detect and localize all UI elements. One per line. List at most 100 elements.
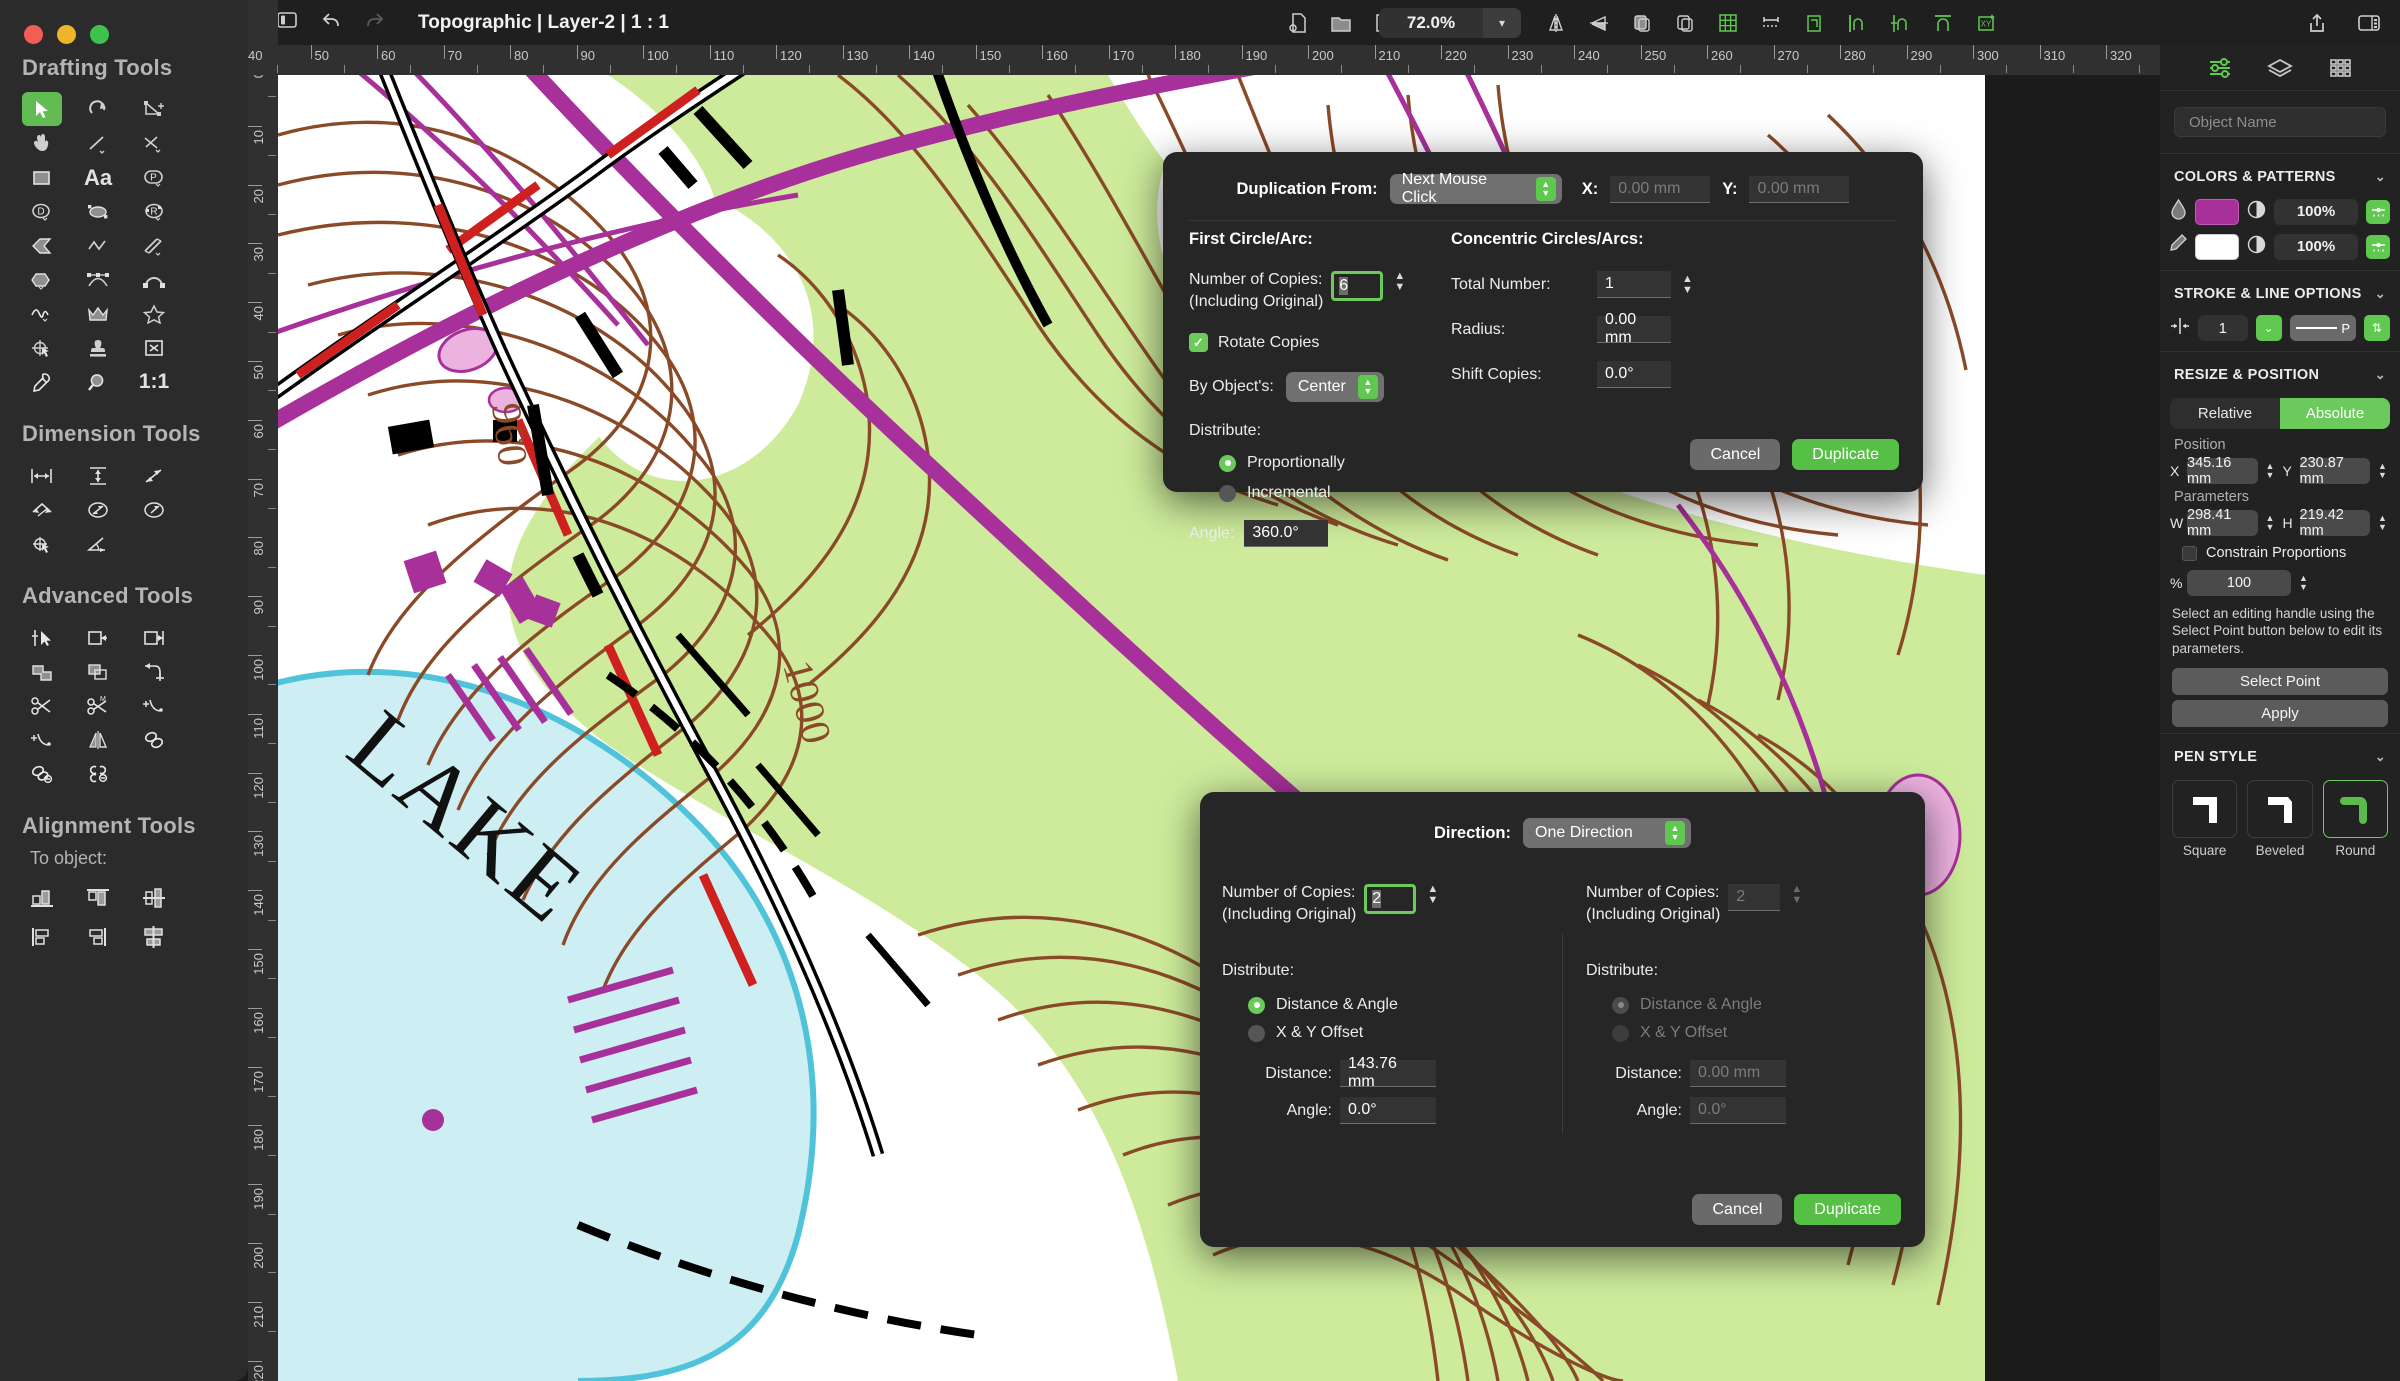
number-of-copies-input[interactable]: 6	[1331, 271, 1383, 301]
offset-inside-tool[interactable]	[70, 621, 126, 654]
ellipse-tool[interactable]	[70, 195, 126, 228]
delete-point-tool[interactable]	[126, 331, 182, 364]
select-point-button[interactable]: Select Point	[2172, 668, 2388, 695]
align-left-tool[interactable]	[14, 918, 70, 956]
add-point-curve-tool[interactable]	[14, 723, 70, 756]
line-style-select[interactable]: P	[2290, 315, 2356, 341]
bring-forward-icon[interactable]	[1627, 8, 1657, 38]
stroke-color-swatch[interactable]	[2195, 234, 2239, 260]
angle-input[interactable]: 360.0°	[1244, 520, 1328, 547]
resize-position-header[interactable]: RESIZE & POSITION ⌄	[2160, 358, 2400, 392]
angle-dimension-tool[interactable]	[70, 527, 126, 560]
arc-tool[interactable]	[126, 263, 182, 296]
total-number-stepper[interactable]: ▲▼	[1679, 274, 1696, 296]
offset-outside-tool[interactable]	[126, 621, 182, 654]
zoom-window-button[interactable]	[90, 25, 109, 44]
unlink-group-tool[interactable]	[70, 757, 126, 790]
pen-style-header[interactable]: PEN STYLE ⌄	[2160, 740, 2400, 774]
snap-midpoint-icon[interactable]	[1885, 8, 1915, 38]
share-icon[interactable]	[2302, 8, 2332, 38]
align-top-tool[interactable]	[70, 879, 126, 917]
union-tool[interactable]	[14, 655, 70, 688]
actual-size-tool[interactable]: 1:1	[126, 365, 182, 398]
distribute-proportionally-radio[interactable]	[1219, 455, 1236, 472]
y-field[interactable]: 0.00 mm	[1749, 176, 1849, 203]
document-settings-icon[interactable]	[1283, 8, 1313, 38]
flip-horizontal-icon[interactable]	[1541, 8, 1571, 38]
unlink-tool[interactable]	[14, 757, 70, 790]
percent-stepper[interactable]: ▲▼	[2296, 570, 2311, 596]
freehand-tool[interactable]	[14, 297, 70, 330]
zoom-dropdown-chevron-down-icon[interactable]: ▾	[1483, 8, 1521, 38]
align-right-tool[interactable]	[70, 918, 126, 956]
duplicate-button[interactable]: Duplicate	[1792, 439, 1899, 470]
position-y-input[interactable]: 230.87 mm	[2300, 458, 2371, 484]
apply-button[interactable]: Apply	[2172, 700, 2388, 727]
polyline-tool[interactable]	[70, 229, 126, 262]
rotate-tool[interactable]	[70, 93, 126, 126]
line-style-stepper[interactable]: ⇅	[2364, 315, 2390, 341]
open-folder-icon[interactable]	[1326, 8, 1356, 38]
undo-icon[interactable]	[320, 10, 342, 35]
rotate-copies-checkbox[interactable]: ✓	[1189, 333, 1208, 352]
layers-tab[interactable]	[2267, 57, 2293, 79]
pan-tool[interactable]	[14, 127, 70, 160]
position-y-stepper[interactable]: ▲▼	[2375, 458, 2390, 484]
redo-icon[interactable]	[364, 10, 386, 35]
pen-style-round[interactable]: Round	[2323, 780, 2388, 858]
grid-icon[interactable]	[1713, 8, 1743, 38]
center-mark-tool[interactable]	[14, 527, 70, 560]
cancel-button[interactable]: Cancel	[1692, 1194, 1782, 1225]
fill-color-swatch[interactable]	[2195, 199, 2239, 225]
parallel-lines-tool[interactable]	[126, 229, 182, 262]
circle-diameter-tool[interactable]: D	[14, 195, 70, 228]
height-stepper[interactable]: ▲▼	[2375, 510, 2390, 536]
diameter-dimension-tool[interactable]	[70, 493, 126, 526]
select-tool[interactable]	[14, 93, 70, 126]
x-field[interactable]: 0.00 mm	[1610, 176, 1710, 203]
duplication-from-select[interactable]: Next Mouse Click ▲▼	[1390, 174, 1562, 204]
align-bottom-tool[interactable]	[14, 879, 70, 917]
fill-gradient-button[interactable]	[2366, 200, 2390, 224]
left-xy-offset-radio[interactable]	[1248, 1025, 1265, 1042]
leader-dimension-tool[interactable]	[14, 493, 70, 526]
extend-tool[interactable]	[126, 655, 182, 688]
chevron-down-icon[interactable]: ⌄	[2375, 367, 2386, 383]
add-point-tool[interactable]	[126, 689, 182, 722]
height-input[interactable]: 219.42 mm	[2300, 510, 2371, 536]
width-input[interactable]: 298.41 mm	[2187, 510, 2258, 536]
polygon-tool[interactable]	[14, 263, 70, 296]
minimize-window-button[interactable]	[57, 25, 76, 44]
vertical-ruler[interactable]: 0102030405060708090100110120130140150160…	[248, 75, 278, 1381]
snap-point-icon[interactable]	[1842, 8, 1872, 38]
star-tool[interactable]	[126, 297, 182, 330]
align-center-vertical-tool[interactable]	[126, 918, 182, 956]
cancel-button[interactable]: Cancel	[1690, 439, 1780, 470]
left-distance-angle-radio[interactable]	[1248, 997, 1265, 1014]
line-tool[interactable]	[70, 127, 126, 160]
stroke-line-options-header[interactable]: STROKE & LINE OPTIONS ⌄	[2160, 277, 2400, 311]
flip-vertical-icon[interactable]	[1584, 8, 1614, 38]
align-middle-horizontal-tool[interactable]	[126, 879, 182, 917]
snap-object-icon[interactable]	[1799, 8, 1829, 38]
stamp-tool[interactable]	[70, 331, 126, 364]
radius-input[interactable]: 0.00 mm	[1597, 316, 1671, 343]
zoom-tool[interactable]	[70, 365, 126, 398]
blob-shape-tool[interactable]	[70, 297, 126, 330]
subtract-tool[interactable]	[70, 655, 126, 688]
radius-dimension-tool[interactable]	[126, 493, 182, 526]
horizontal-ruler[interactable]: 4050607080901001101201301401501601701801…	[248, 45, 2400, 75]
fill-opacity-value[interactable]: 100%	[2274, 199, 2358, 225]
inspector-toggle-icon[interactable]	[2354, 8, 2384, 38]
snap-center-tool[interactable]	[14, 331, 70, 364]
rectangle-tool[interactable]	[14, 161, 70, 194]
vertical-dimension-tool[interactable]	[70, 459, 126, 492]
zoom-control[interactable]: 72.0% ▾	[1379, 8, 1521, 38]
sidebar-toggle-icon[interactable]	[276, 10, 298, 35]
polygon-p-tool[interactable]: P	[126, 161, 182, 194]
chevron-down-icon[interactable]: ⌄	[2375, 169, 2386, 185]
aligned-dimension-tool[interactable]	[126, 459, 182, 492]
close-window-button[interactable]	[24, 25, 43, 44]
direction-select[interactable]: One Direction ▲▼	[1523, 818, 1691, 848]
crop-tool[interactable]	[126, 93, 182, 126]
